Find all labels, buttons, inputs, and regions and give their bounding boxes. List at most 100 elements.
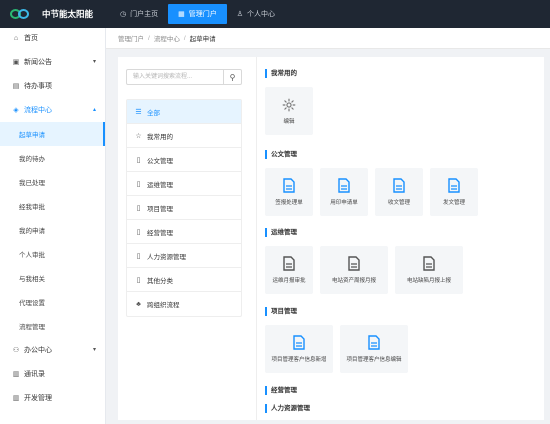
- doc-icon: ▯: [136, 252, 141, 260]
- category-hr[interactable]: ▯ 人力资源管理: [127, 244, 241, 268]
- breadcrumb-current: 起草申请: [189, 36, 216, 43]
- category-label: 运维管理: [147, 181, 173, 189]
- main-panel: ⚲ ☰ 全部 ☆ 我常用的 ▯ 公文管理 ▯ 运维管理 ▯ 项目管理: [118, 57, 544, 420]
- edit-favorites-tile[interactable]: 编辑: [265, 87, 313, 135]
- sidebar-item-label: 待办事项: [24, 83, 52, 90]
- sidebar-subitem-proxy-settings[interactable]: 代理设置: [0, 290, 105, 314]
- sidebar-item-process-center[interactable]: ◈ 流程中心 ▴: [0, 98, 105, 122]
- app-name: 中节能太阳能: [42, 9, 94, 19]
- user-icon: ♙: [236, 11, 244, 18]
- process-tile[interactable]: 项目管理客户信息新增: [265, 325, 333, 373]
- category-business[interactable]: ▯ 经营管理: [127, 220, 241, 244]
- section-title-business: 经营管理: [265, 386, 540, 395]
- category-panel: ⚲ ☰ 全部 ☆ 我常用的 ▯ 公文管理 ▯ 运维管理 ▯ 项目管理: [126, 69, 242, 317]
- tile-label: 编辑: [283, 118, 295, 125]
- doc-icon: ▯: [136, 204, 141, 212]
- sidebar: ⌂ 首页 ▣ 新闻公告 ▾ ▤ 待办事项 ◈ 流程中心 ▴ 起草申请 我的待办 …: [0, 28, 106, 424]
- category-favorites[interactable]: ☆ 我常用的: [127, 124, 241, 148]
- breadcrumb-link[interactable]: 流程中心: [154, 33, 180, 43]
- process-tile[interactable]: 电站缺陷月报上报: [395, 246, 463, 294]
- process-tile[interactable]: 项目管理客户信息编辑: [340, 325, 408, 373]
- process-tile[interactable]: 用印申请单: [320, 168, 368, 216]
- sidebar-subitem-process-management[interactable]: 流程管理: [0, 314, 105, 338]
- sidebar-item-label: 首页: [24, 35, 38, 42]
- sidebar-subitem-my-applications[interactable]: 我的申请: [0, 218, 105, 242]
- process-tile[interactable]: 运维月报审批: [265, 246, 313, 294]
- news-icon: ▣: [12, 59, 20, 66]
- section-title-projects: 项目管理: [265, 307, 540, 316]
- contacts-icon: ▥: [12, 371, 20, 378]
- gray-document-icon: [348, 256, 360, 271]
- gear-icon: [282, 98, 296, 111]
- tab-portal-home[interactable]: ◷ 门户主页: [110, 0, 168, 28]
- top-bar: 中节能太阳能 ◷ 门户主页 ▦ 管理门户 ♙ 个人中心: [0, 0, 550, 28]
- chevron-down-icon: ▾: [92, 59, 96, 65]
- doc-icon: ▯: [136, 156, 141, 164]
- panel-divider: [256, 57, 257, 420]
- search-box: ⚲: [126, 69, 242, 85]
- sidebar-item-todo[interactable]: ▤ 待办事项: [0, 74, 105, 98]
- category-all[interactable]: ☰ 全部: [127, 100, 241, 124]
- sidebar-subitem-approved[interactable]: 经我审批: [0, 194, 105, 218]
- tile-label: 用印申请单: [330, 200, 358, 206]
- tab-label: 个人中心: [247, 11, 276, 18]
- category-cross-org[interactable]: ♣ 跨组织流程: [127, 292, 241, 316]
- tile-label: 项目管理客户信息新增: [271, 357, 327, 363]
- tile-label: 运维月报审批: [272, 278, 306, 284]
- category-operations[interactable]: ▯ 运维管理: [127, 172, 241, 196]
- sidebar-subitem-personal-approval[interactable]: 个人审批: [0, 242, 105, 266]
- tab-admin-portal[interactable]: ▦ 管理门户: [168, 4, 227, 24]
- office-icon: ⚇: [12, 347, 20, 354]
- process-tile[interactable]: 收文管理: [375, 168, 423, 216]
- category-documents[interactable]: ▯ 公文管理: [127, 148, 241, 172]
- process-content: 我常用的 编辑 公文管理 签报处理单 用印申请单 收文管理 发文管理 运维管理 …: [265, 69, 540, 413]
- category-list: ☰ 全部 ☆ 我常用的 ▯ 公文管理 ▯ 运维管理 ▯ 项目管理 ▯ 经营管理: [126, 99, 242, 317]
- tile-label: 电站资产周报月报: [331, 278, 376, 284]
- category-label: 公文管理: [147, 157, 173, 165]
- category-projects[interactable]: ▯ 项目管理: [127, 196, 241, 220]
- blue-document-icon: [393, 178, 405, 193]
- sidebar-subitem-my-todo[interactable]: 我的待办: [0, 146, 105, 170]
- process-tile[interactable]: 电站资产周报月报: [320, 246, 388, 294]
- sidebar-subitem-draft[interactable]: 起草申请: [0, 122, 105, 146]
- operations-tiles: 运维月报审批 电站资产周报月报 电站缺陷月报上报: [265, 246, 540, 294]
- doc-icon: ▯: [136, 180, 141, 188]
- doc-icon: ▯: [136, 228, 141, 236]
- section-title-hr: 人力资源管理: [265, 404, 540, 413]
- gray-document-icon: [423, 256, 435, 271]
- app-logo[interactable]: 中节能太阳能: [0, 8, 106, 20]
- breadcrumb: 管理门户 / 流程中心 / 起草申请: [106, 28, 550, 49]
- tab-personal-center[interactable]: ♙ 个人中心: [227, 0, 285, 28]
- sidebar-item-office-center[interactable]: ⚇ 办公中心 ▾: [0, 338, 105, 362]
- breadcrumb-link[interactable]: 管理门户: [118, 33, 144, 43]
- sidebar-subitem-related[interactable]: 与我相关: [0, 266, 105, 290]
- tree-icon: ♣: [136, 300, 141, 308]
- process-tile[interactable]: 发文管理: [430, 168, 478, 216]
- sidebar-subitem-processed[interactable]: 我已处理: [0, 170, 105, 194]
- dev-icon: ▥: [12, 395, 20, 402]
- tab-label: 管理门户: [188, 11, 217, 18]
- projects-tiles: 项目管理客户信息新增 项目管理客户信息编辑: [265, 325, 540, 373]
- tile-label: 签报处理单: [275, 200, 303, 206]
- category-label: 跨组织流程: [147, 302, 180, 309]
- search-button[interactable]: ⚲: [223, 70, 241, 84]
- category-other[interactable]: ▯ 其他分类: [127, 268, 241, 292]
- process-tile[interactable]: 签报处理单: [265, 168, 313, 216]
- sidebar-item-label: 办公中心: [24, 347, 52, 354]
- tile-label: 项目管理客户信息编辑: [346, 357, 402, 363]
- sidebar-item-home[interactable]: ⌂ 首页: [0, 26, 105, 50]
- blue-document-icon: [448, 178, 460, 193]
- tile-label: 收文管理: [387, 200, 410, 206]
- blue-document-icon: [283, 178, 295, 193]
- tab-label: 门户主页: [130, 11, 159, 18]
- sidebar-item-dev-management[interactable]: ▥ 开发管理: [0, 386, 105, 410]
- category-label: 人力资源管理: [147, 253, 186, 261]
- breadcrumb-separator: /: [148, 34, 150, 42]
- category-label: 我常用的: [147, 133, 173, 141]
- sidebar-item-contacts[interactable]: ▥ 通讯录: [0, 362, 105, 386]
- category-label: 经营管理: [147, 229, 173, 237]
- sidebar-item-news[interactable]: ▣ 新闻公告 ▾: [0, 50, 105, 74]
- search-input[interactable]: [127, 70, 223, 84]
- grid-icon: ▦: [178, 11, 185, 18]
- blue-document-icon: [368, 335, 380, 350]
